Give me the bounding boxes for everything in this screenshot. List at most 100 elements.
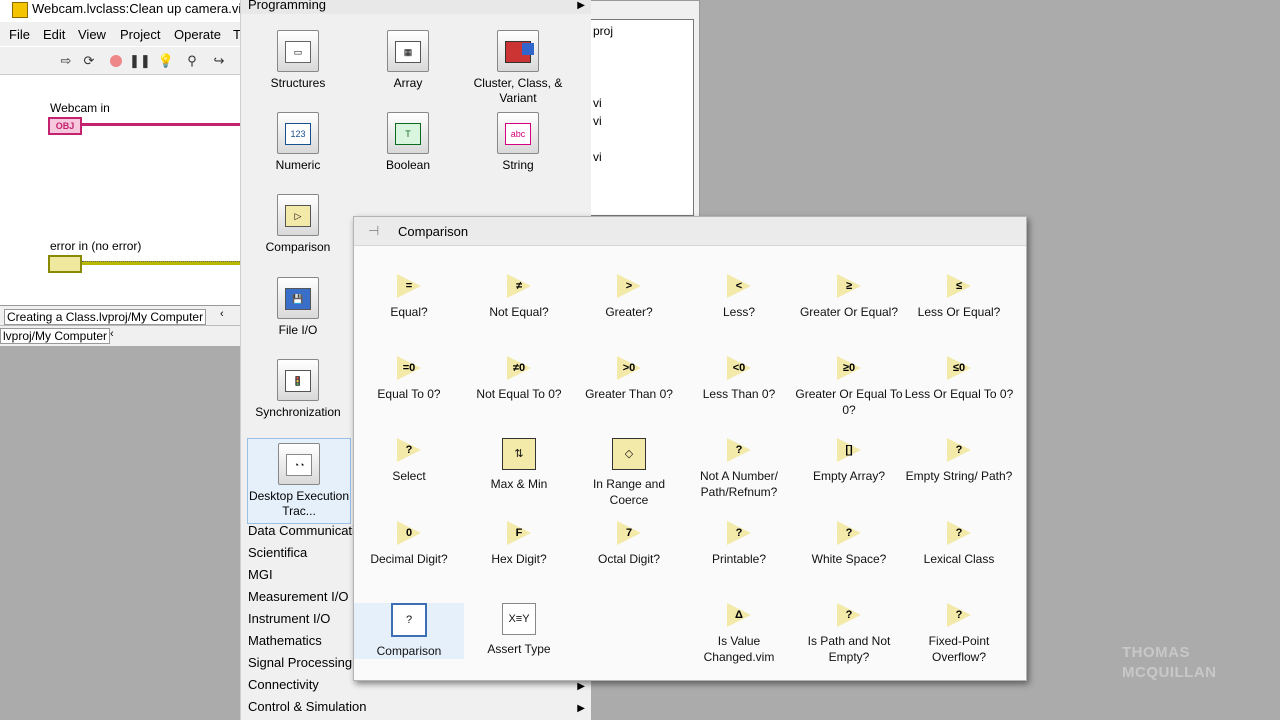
run-arrow-icon[interactable]: ⇨	[57, 52, 75, 70]
palette-not-a-number-path-refnum[interactable]: ? Not A Number/ Path/Refnum?	[684, 438, 794, 500]
not-equal-to-0-icon: ≠0	[507, 356, 531, 380]
category-control-simulation[interactable]: Control & Simulation	[248, 699, 367, 714]
retain-wire-values-icon[interactable]: ⚲	[183, 52, 201, 70]
webcam-in-terminal[interactable]: OBJ	[48, 117, 82, 135]
category-signal-processing[interactable]: Signal Processing	[248, 655, 352, 670]
step-into-icon[interactable]: ↪	[210, 52, 228, 70]
category-mgi[interactable]: MGI	[248, 567, 273, 582]
palette-empty-string-path[interactable]: ? Empty String/ Path?	[904, 438, 1014, 484]
palette-comparison[interactable]: ▷ Comparison	[243, 194, 353, 255]
palette-greater-or-equal[interactable]: ≥ Greater Or Equal?	[794, 274, 904, 320]
boolean-icon: T	[387, 112, 429, 154]
category-measurement-io[interactable]: Measurement I/O	[248, 589, 348, 604]
palette-structures[interactable]: ▭ Structures	[243, 30, 353, 91]
desktop-execution-icon: ◔◔	[278, 443, 320, 485]
palette-octal-digit[interactable]: 7 Octal Digit?	[574, 521, 684, 567]
palette-not-equal-to-0[interactable]: ≠0 Not Equal To 0?	[464, 356, 574, 402]
category-instrument-io[interactable]: Instrument I/O	[248, 611, 330, 626]
octal-digit-icon: 7	[617, 521, 641, 545]
palette-less-or-equal-to-0[interactable]: ≤0 Less Or Equal To 0?	[904, 356, 1014, 402]
category-data-communication[interactable]: Data Communicati	[248, 523, 355, 538]
tree-item[interactable]: vi	[593, 96, 602, 110]
project-tree[interactable]: proj vi vi vi	[590, 19, 694, 216]
menu-file[interactable]: File	[9, 27, 30, 42]
palette-equal-to-0[interactable]: =0 Equal To 0?	[354, 356, 464, 402]
palette-max-min[interactable]: ⇅ Max & Min	[464, 438, 574, 492]
assert-type-icon: X≡Y	[502, 603, 536, 635]
glyph-text: ?	[955, 609, 963, 621]
palette-is-path-and-not-empty[interactable]: ? Is Path and Not Empty?	[794, 603, 904, 665]
palette-white-space[interactable]: ? White Space?	[794, 521, 904, 567]
palette-greater-or-equal-to-0[interactable]: ≥0 Greater Or Equal To 0?	[794, 356, 904, 418]
category-mathematics[interactable]: Mathematics	[248, 633, 322, 648]
palette-cluster-class-variant[interactable]: Cluster, Class, & Variant	[463, 30, 573, 106]
palette-item-label: Less Or Equal?	[917, 305, 1001, 319]
fixed-point-overflow-icon: ?	[947, 603, 971, 627]
palette-lexical-class[interactable]: ? Lexical Class	[904, 521, 1014, 567]
palette-not-equal[interactable]: ≠ Not Equal?	[464, 274, 574, 320]
object-wire[interactable]	[82, 123, 240, 126]
category-scientifica[interactable]: Scientifica	[248, 545, 307, 560]
palette-is-value-changed-vim[interactable]: Δ Is Value Changed.vim	[684, 603, 794, 665]
white-space-icon: ?	[837, 521, 861, 545]
less-or-equal-to-0-icon: ≤0	[947, 356, 971, 380]
tree-item[interactable]: proj	[593, 24, 613, 38]
tree-item[interactable]: vi	[593, 150, 602, 164]
palette-select[interactable]: ? Select	[354, 438, 464, 484]
select-icon: ?	[397, 438, 421, 462]
palette-equal[interactable]: = Equal?	[354, 274, 464, 320]
run-continuously-icon[interactable]: ⟳	[80, 52, 98, 70]
project-explorer-window: proj vi vi vi	[585, 0, 700, 217]
palette-decimal-digit[interactable]: 0 Decimal Digit?	[354, 521, 464, 567]
palette-string[interactable]: abc String	[463, 112, 573, 173]
menu-operate[interactable]: Operate	[174, 27, 221, 42]
error-wire[interactable]	[82, 261, 240, 265]
empty-string-path-icon: ?	[947, 438, 971, 462]
palette-item-label: Comparison	[376, 644, 442, 658]
palette-synchronization[interactable]: 🚦 Synchronization	[243, 359, 353, 420]
menu-edit[interactable]: Edit	[43, 27, 65, 42]
palette-in-range-and-coerce[interactable]: ◇ In Range and Coerce	[574, 438, 684, 508]
tree-item[interactable]: vi	[593, 114, 602, 128]
category-connectivity[interactable]: Connectivity	[248, 677, 319, 692]
palette-item-label: Hex Digit?	[491, 552, 547, 566]
scroll-left-icon[interactable]: ‹	[110, 328, 114, 340]
pin-icon[interactable]: ⊣	[368, 223, 379, 239]
menu-view[interactable]: View	[78, 27, 106, 42]
comparison-header[interactable]: ⊣ Comparison	[354, 217, 1026, 246]
block-diagram-canvas[interactable]: Webcam in OBJ error in (no error)	[0, 75, 240, 305]
highlight-execution-icon[interactable]: 💡	[157, 52, 175, 70]
error-in-terminal[interactable]	[48, 255, 82, 273]
hex-digit-icon: F	[507, 521, 531, 545]
empty-array-icon: []	[837, 438, 861, 462]
less-than-0-icon: <0	[727, 356, 751, 380]
palette-greater[interactable]: > Greater?	[574, 274, 684, 320]
palette-item-label: Select	[392, 469, 426, 483]
menu-project[interactable]: Project	[120, 27, 160, 42]
palette-boolean[interactable]: T Boolean	[353, 112, 463, 173]
palette-numeric[interactable]: 123 Numeric	[243, 112, 353, 173]
scroll-left-icon[interactable]: ‹	[220, 308, 224, 320]
palette-item-label: Greater Than 0?	[585, 387, 673, 401]
palette-array[interactable]: ▦ Array	[353, 30, 463, 91]
greater-icon: >	[617, 274, 641, 298]
palette-fixed-point-overflow[interactable]: ? Fixed-Point Overflow?	[904, 603, 1014, 665]
palette-empty-array[interactable]: [] Empty Array?	[794, 438, 904, 484]
abort-icon[interactable]	[107, 52, 125, 70]
programming-header[interactable]: Programming ▶	[241, 0, 591, 14]
palette-assert-type[interactable]: X≡Y Assert Type	[464, 603, 574, 657]
palette-less[interactable]: < Less?	[684, 274, 794, 320]
palette-comparison[interactable]: ? Comparison	[354, 603, 464, 659]
status-bar-2: lvproj/My Computer ‹	[0, 325, 240, 346]
palette-hex-digit[interactable]: F Hex Digit?	[464, 521, 574, 567]
pause-icon[interactable]: ❚❚	[129, 52, 151, 70]
palette-less-or-equal[interactable]: ≤ Less Or Equal?	[904, 274, 1014, 320]
palette-printable[interactable]: ? Printable?	[684, 521, 794, 567]
palette-desktop-execution-trace[interactable]: ◔◔ Desktop Execution Trac...	[247, 438, 351, 524]
webcam-in-label: Webcam in	[50, 101, 110, 115]
palette-item-label: Is Value Changed.vim	[703, 634, 775, 664]
error-in-label: error in (no error)	[50, 239, 142, 253]
palette-greater-than-0[interactable]: >0 Greater Than 0?	[574, 356, 684, 402]
palette-file-io[interactable]: 💾 File I/O	[243, 277, 353, 338]
palette-less-than-0[interactable]: <0 Less Than 0?	[684, 356, 794, 402]
